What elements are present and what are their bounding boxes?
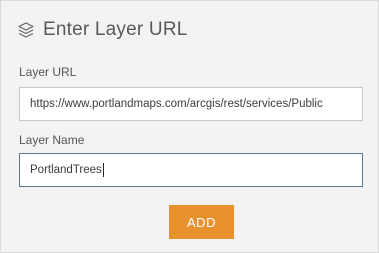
add-layer-panel: Enter Layer URL Layer URL https://www.po… [0, 0, 379, 253]
layer-name-input[interactable]: PortlandTrees [19, 153, 363, 187]
layer-url-input[interactable]: https://www.portlandmaps.com/arcgis/rest… [19, 87, 363, 121]
text-caret [102, 162, 104, 177]
panel-title: Enter Layer URL [43, 19, 188, 40]
layer-url-label: Layer URL [19, 65, 77, 79]
layers-icon [17, 21, 35, 39]
add-button[interactable]: ADD [169, 205, 234, 239]
layer-name-value: PortlandTrees [30, 164, 102, 176]
panel-header: Enter Layer URL [17, 19, 188, 41]
layer-url-value: https://www.portlandmaps.com/arcgis/rest… [30, 98, 323, 110]
layer-name-label: Layer Name [19, 133, 85, 147]
